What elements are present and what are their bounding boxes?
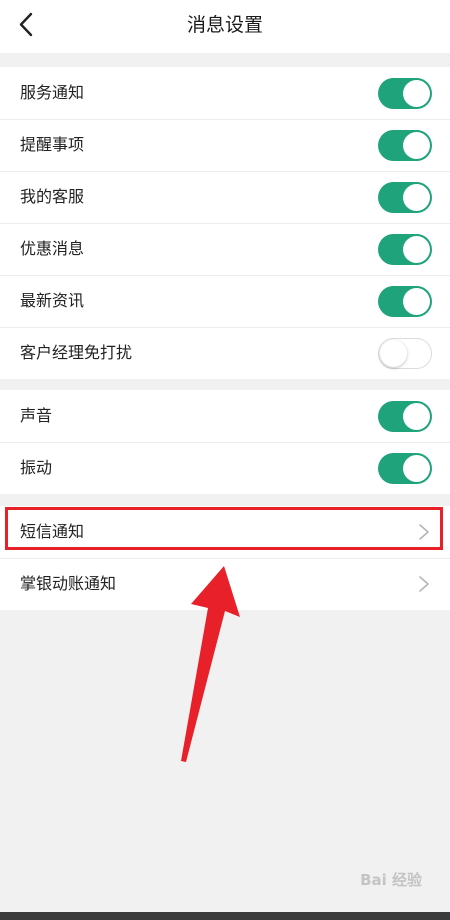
setting-row-latest-news[interactable]: 最新资讯 bbox=[0, 275, 450, 327]
setting-label: 声音 bbox=[20, 406, 53, 425]
setting-label: 提醒事项 bbox=[20, 135, 85, 154]
toggle-knob bbox=[403, 80, 430, 107]
vibration-toggle[interactable] bbox=[378, 453, 432, 484]
bottom-bar bbox=[0, 912, 450, 920]
promotions-toggle[interactable] bbox=[378, 234, 432, 265]
setting-row-promotions[interactable]: 优惠消息 bbox=[0, 223, 450, 275]
latest-news-toggle[interactable] bbox=[378, 286, 432, 317]
toggle-knob bbox=[403, 288, 430, 315]
setting-row-sound[interactable]: 声音 bbox=[0, 390, 450, 442]
toggle-knob bbox=[403, 455, 430, 482]
setting-row-my-service[interactable]: 我的客服 bbox=[0, 171, 450, 223]
service-notice-toggle[interactable] bbox=[378, 78, 432, 109]
setting-row-reminders[interactable]: 提醒事项 bbox=[0, 119, 450, 171]
setting-label: 掌银动账通知 bbox=[20, 574, 117, 593]
setting-row-account-change-notice[interactable]: 掌银动账通知 bbox=[0, 558, 450, 610]
toggle-knob bbox=[403, 184, 430, 211]
chevron-right-icon bbox=[419, 576, 429, 592]
reminders-toggle[interactable] bbox=[378, 130, 432, 161]
notification-settings-group: 服务通知 提醒事项 我的客服 优惠消息 最新资讯 客户经理免打扰 bbox=[0, 67, 450, 379]
header-bar: 消息设置 bbox=[0, 0, 450, 53]
setting-label: 服务通知 bbox=[20, 83, 85, 102]
page-title: 消息设置 bbox=[186, 14, 263, 36]
manager-dnd-toggle[interactable] bbox=[378, 338, 432, 369]
my-service-toggle[interactable] bbox=[378, 182, 432, 213]
toggle-knob bbox=[403, 403, 430, 430]
watermark: Bai 经验 bbox=[360, 871, 422, 889]
setting-row-service-notice[interactable]: 服务通知 bbox=[0, 67, 450, 119]
setting-label: 振动 bbox=[20, 458, 53, 477]
setting-label: 客户经理免打扰 bbox=[20, 343, 133, 362]
sound-toggle[interactable] bbox=[378, 401, 432, 432]
setting-label: 优惠消息 bbox=[20, 239, 85, 258]
setting-label: 最新资讯 bbox=[20, 291, 85, 310]
highlight-box bbox=[5, 507, 443, 550]
toggle-knob bbox=[403, 236, 430, 263]
setting-row-vibration[interactable]: 振动 bbox=[0, 442, 450, 494]
toggle-knob bbox=[380, 340, 407, 367]
setting-label: 我的客服 bbox=[20, 187, 85, 206]
toggle-knob bbox=[403, 132, 430, 159]
setting-row-manager-dnd[interactable]: 客户经理免打扰 bbox=[0, 327, 450, 379]
alert-settings-group: 声音 振动 bbox=[0, 390, 450, 494]
